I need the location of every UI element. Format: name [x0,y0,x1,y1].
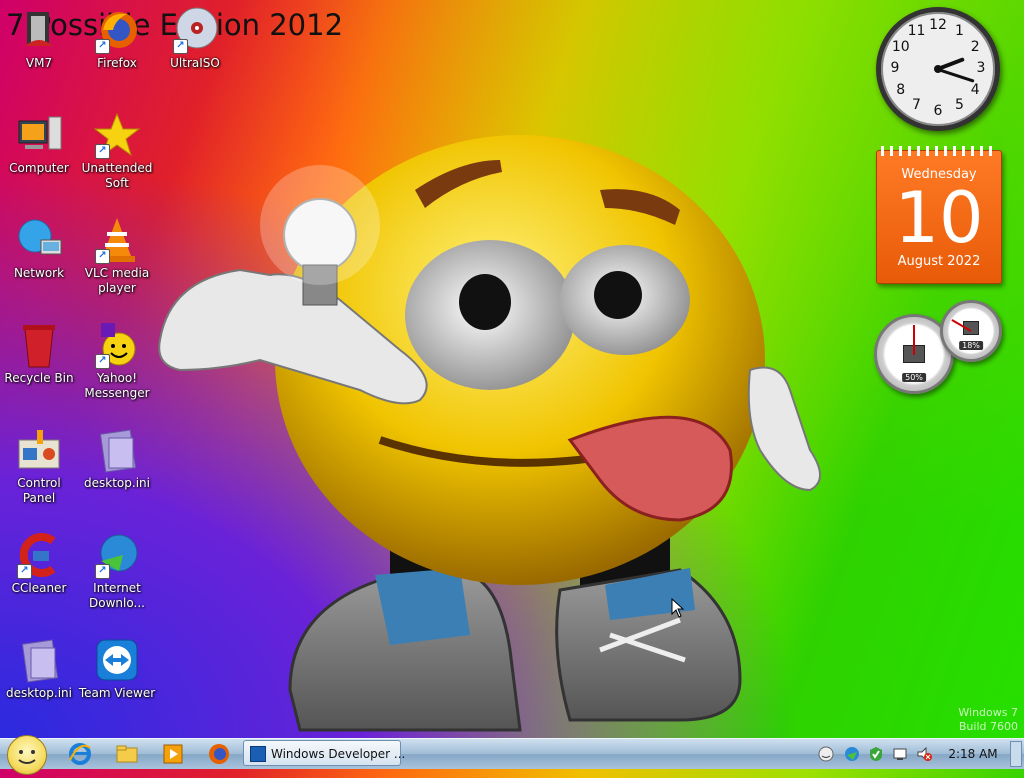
shortcut-arrow-icon: ↗ [95,144,110,159]
computer-icon [15,111,63,159]
start-button[interactable] [7,735,47,775]
clock-number: 11 [907,22,926,39]
shortcut-arrow-icon: ↗ [95,39,110,54]
config-file-icon [93,426,141,474]
control-panel-icon [15,426,63,474]
media-player-icon[interactable] [161,742,185,766]
desktop-icon-ultraiso[interactable]: ↗ UltraISO [156,6,234,71]
clock-number: 10 [891,38,910,55]
tray-security-icon[interactable] [868,746,884,762]
desktop-icon-desktop-ini-2[interactable]: desktop.ini [0,636,78,701]
vm7-icon [15,6,63,54]
desktop-icon-label: Unattended Soft [81,161,153,190]
desktop-icon-label: Network [13,266,65,280]
desktop-icon-computer[interactable]: Computer [0,111,78,176]
watermark-line-2: Build 7600 [958,720,1018,733]
desktop-icon-label: VLC media player [84,266,150,295]
ccleaner-icon: ↗ [15,531,63,579]
calendar-day: 10 [894,177,984,259]
desktop-icon-yahoo-messenger[interactable]: ↗ Yahoo! Messenger [78,321,156,401]
clock-number: 8 [896,81,906,98]
desktop-icon-firefox[interactable]: ↗ Firefox [78,6,156,71]
disc-icon: ↗ [171,6,219,54]
clock-center [934,65,942,73]
desktop-icon-label: VM7 [25,56,53,70]
clock-minute-hand [937,67,975,83]
teamviewer-icon [93,636,141,684]
tray-smiley-icon[interactable] [818,746,834,762]
desktop-icon-label: Internet Downlo... [89,581,145,610]
desktop-icon-label: desktop.ini [84,476,150,490]
desktop-icon-control-panel[interactable]: Control Panel [0,426,78,506]
firefox-taskbar-icon[interactable] [207,742,231,766]
star-icon: ↗ [93,111,141,159]
calendar-rings [881,146,997,156]
cpu-value: 50% [902,373,926,382]
desktop-icon-label: UltraISO [170,56,220,70]
clock-number: 12 [929,17,947,33]
globe-network-icon [15,216,63,264]
download-manager-icon: ↗ [93,531,141,579]
desktop-icon-label: Computer [9,161,69,175]
watermark-line-1: Windows 7 [958,706,1018,719]
smiley-wallpaper-art [158,135,821,732]
desktop-icon-network[interactable]: Network [0,216,78,281]
desktop-icon-recycle-bin[interactable]: Recycle Bin [0,321,78,386]
clock-number: 1 [955,22,964,39]
desktop-icon-vlc[interactable]: ↗ VLC media player [78,216,156,296]
desktop-icon-label: Team Viewer [78,686,156,700]
desktop-icon-label: desktop.ini [6,686,72,700]
desktop-icon-label: Firefox [97,56,137,70]
desktop-icon-label: CCleaner [11,581,67,595]
window-app-icon [250,746,266,762]
internet-explorer-icon[interactable] [68,742,92,766]
desktop-icon-desktop-ini[interactable]: desktop.ini [78,426,156,491]
desktop-icon-team-viewer[interactable]: Team Viewer [78,636,156,701]
desktop-icon-label: Recycle Bin [4,371,74,385]
clock-number: 6 [933,103,943,119]
desktop-icon-ccleaner[interactable]: ↗ CCleaner [0,531,78,596]
clock-number: 5 [955,97,964,114]
desktop-icon-label: Control Panel [17,476,61,505]
firefox-icon: ↗ [93,6,141,54]
clock-number: 9 [890,60,900,76]
yahoo-messenger-icon: ↗ [93,321,141,369]
shortcut-arrow-icon: ↗ [173,39,188,54]
clock-gadget[interactable]: 12 1 2 3 4 5 6 7 8 9 10 11 [876,7,1000,131]
shortcut-arrow-icon: ↗ [17,564,32,579]
recycle-bin-icon [15,321,63,369]
smiley-start-icon [18,750,36,764]
clock-number: 7 [912,97,921,114]
cpu-needle [913,325,915,355]
tray-volume-muted-icon[interactable] [916,746,932,762]
clock-number: 2 [970,38,980,55]
desktop-icon-label: Yahoo! Messenger [84,371,150,400]
taskbar-clock[interactable]: 2:18 AM [946,739,1000,769]
shortcut-arrow-icon: ↗ [95,249,110,264]
memory-value: 18% [959,341,983,350]
memory-gauge: 18% [940,300,1002,362]
calendar-gadget[interactable]: Wednesday 10 August 2022 [876,146,1002,284]
folder-icon[interactable] [115,742,139,766]
desktop-icon-unattended-soft[interactable]: ↗ Unattended Soft [78,111,156,191]
show-desktop-button[interactable] [1010,741,1022,767]
windows-watermark: Windows 7 Build 7600 [958,706,1018,734]
desktop-icon-internet-download-manager[interactable]: ↗ Internet Downlo... [78,531,156,611]
taskbar-window-button[interactable]: Windows Developer ... [243,740,405,766]
desktop-icon-vm7[interactable]: VM7 [0,6,78,71]
tray-action-center-icon[interactable] [892,746,908,762]
clock-number: 3 [976,60,986,76]
taskbar: Windows Developer ... 2:18 AM [0,735,1024,775]
shortcut-arrow-icon: ↗ [95,354,110,369]
mouse-cursor-icon [671,598,685,618]
shortcut-arrow-icon: ↗ [95,564,110,579]
tray-network-download-icon[interactable] [844,746,860,762]
config-file-icon [15,636,63,684]
clock-number: 4 [970,81,980,98]
vlc-cone-icon: ↗ [93,216,141,264]
taskbar-window-label: Windows Developer ... [271,747,406,761]
